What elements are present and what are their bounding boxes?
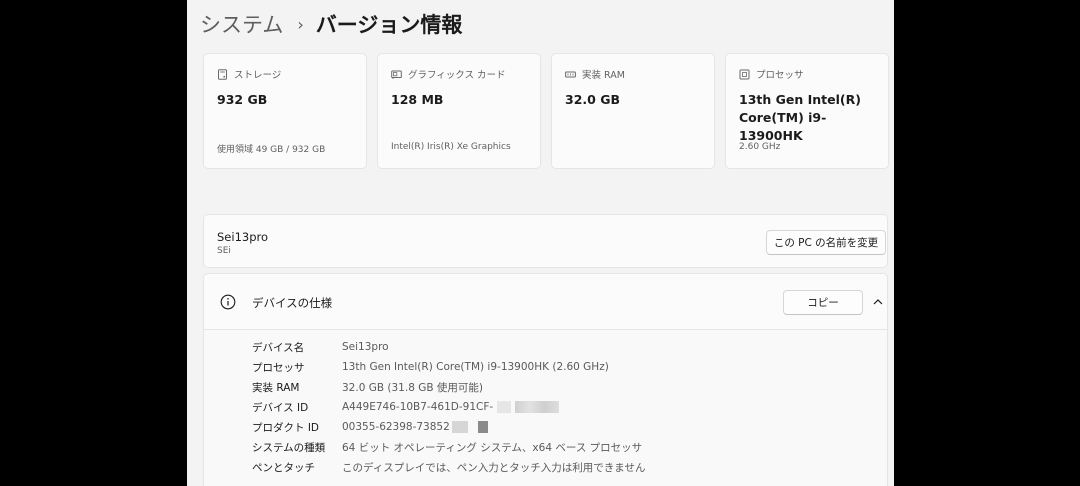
spec-key: プロダクト ID [252,421,320,434]
spec-key: システムの種類 [252,441,326,454]
redaction-block [497,401,512,413]
ram-value: 32.0 GB [565,92,620,107]
graphics-card[interactable]: グラフィックス カード 128 MB Intel(R) Iris(R) Xe G… [377,53,541,169]
copy-button[interactable]: コピー [783,290,863,315]
device-specs-body: デバイス名 Sei13pro プロセッサ 13th Gen Intel(R) C… [203,330,888,486]
spec-row: プロダクト ID 00355-62398-73852 [252,418,488,436]
spec-row: ペンとタッチ このディスプレイでは、ペン入力とタッチ入力は利用できません [252,458,645,476]
left-letterbox [0,0,187,486]
spec-value: 00355-62398-73852 [342,421,450,433]
pc-model: SEi [217,246,231,256]
storage-label: ストレージ [234,70,282,81]
spec-key: プロセッサ [252,361,305,374]
processor-value: 13th Gen Intel(R) Core(TM) i9-13900HK [739,92,861,143]
right-letterbox [894,0,1080,486]
redaction-block [515,401,560,413]
pc-name: Sei13pro [217,230,269,244]
chevron-up-icon[interactable] [870,294,886,310]
storage-icon [218,68,227,80]
settings-window: システム › バージョン情報 ストレージ 932 GB 使用領域 49 GB /… [187,0,894,486]
graphics-label: グラフィックス カード [408,70,506,81]
spec-key: デバイス名 [252,341,305,354]
rename-pc-button[interactable]: この PC の名前を変更 [766,230,886,255]
graphics-model: Intel(R) Iris(R) Xe Graphics [391,142,511,152]
spec-key: デバイス ID [252,401,309,414]
processor-speed: 2.60 GHz [739,142,781,152]
ram-card[interactable]: 実装 RAM 32.0 GB [551,53,715,169]
breadcrumb: システム › バージョン情報 [200,8,462,40]
spec-row: システムの種類 64 ビット オペレーティング システム、x64 ベース プロセ… [252,438,642,456]
storage-card[interactable]: ストレージ 932 GB 使用領域 49 GB / 932 GB [203,53,367,169]
redaction-block [451,421,468,433]
spec-value: Sei13pro [342,341,389,353]
chevron-right-icon: › [297,14,304,34]
info-icon [220,294,236,310]
pc-name-row: Sei13pro SEi この PC の名前を変更 [203,214,888,268]
spec-row: デバイス名 Sei13pro [252,338,389,356]
processor-icon [739,69,750,79]
device-specs-header[interactable]: デバイスの仕様 コピー [203,273,888,330]
spec-value: 32.0 GB (31.8 GB 使用可能) [342,381,483,394]
graphics-value: 128 MB [391,92,444,107]
graphics-card-icon [391,70,402,79]
storage-usage: 使用領域 49 GB / 932 GB [217,145,326,155]
spec-key: ペンとタッチ [252,461,315,474]
device-specs-title: デバイスの仕様 [252,296,333,310]
page-title: バージョン情報 [315,13,463,37]
processor-label: プロセッサ [756,70,804,81]
ram-label: 実装 RAM [582,70,625,81]
spec-value: このディスプレイでは、ペン入力とタッチ入力は利用できません [342,461,646,474]
spec-row: 実装 RAM 32.0 GB (31.8 GB 使用可能) [252,378,483,396]
storage-value: 932 GB [217,92,268,107]
processor-card[interactable]: プロセッサ 13th Gen Intel(R) Core(TM) i9-1390… [725,53,889,169]
spec-row: デバイス ID A449E746-10B7-461D-91CF- [252,398,560,416]
spec-row: プロセッサ 13th Gen Intel(R) Core(TM) i9-1390… [252,358,609,376]
spec-value: 64 ビット オペレーティング システム、x64 ベース プロセッサ [342,441,643,454]
redaction-block [477,421,488,433]
memory-icon [565,71,576,77]
spec-key: 実装 RAM [252,381,300,394]
spec-value: 13th Gen Intel(R) Core(TM) i9-13900HK (2… [342,361,609,373]
spec-value: A449E746-10B7-461D-91CF- [342,401,494,413]
breadcrumb-system-link[interactable]: システム [200,9,283,39]
